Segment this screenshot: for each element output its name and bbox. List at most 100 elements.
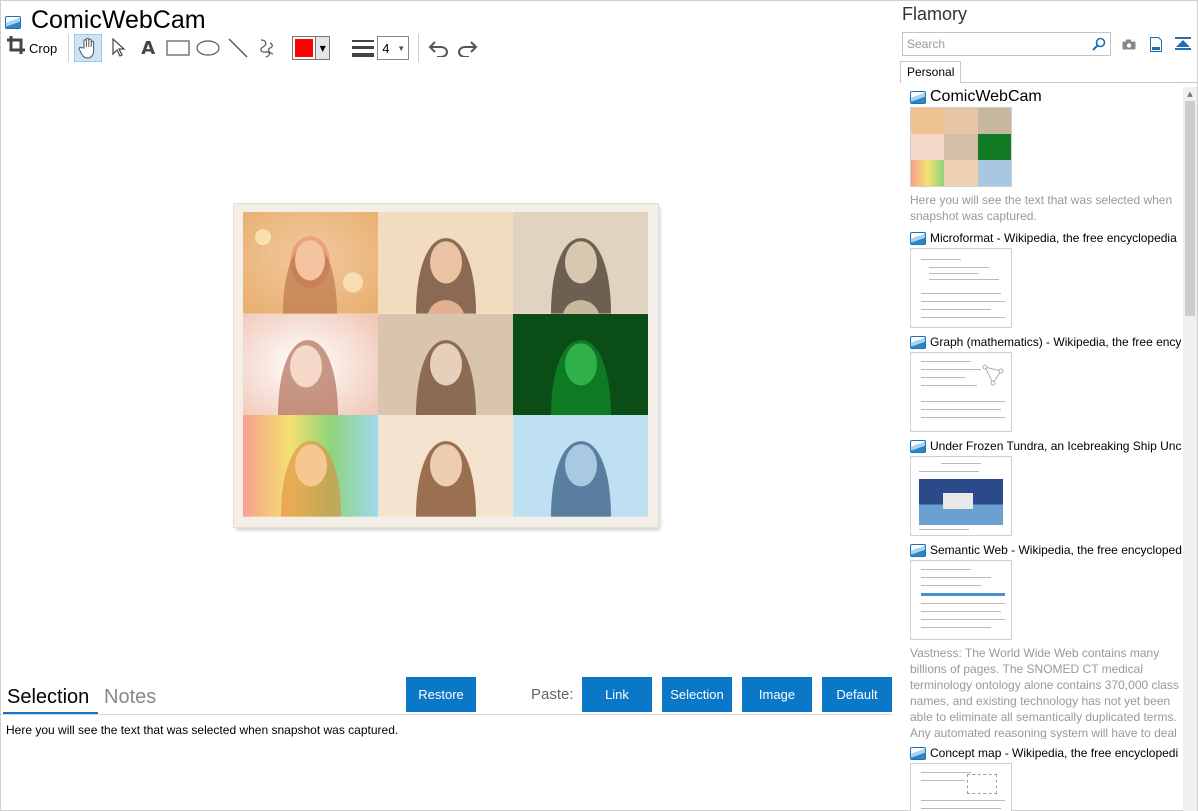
crop-button[interactable]: Crop: [5, 34, 61, 62]
hand-tool-button[interactable]: [74, 34, 103, 62]
drawing-toolbar: Crop A ▼ 4 ▼: [5, 34, 484, 62]
webpage-icon: [910, 746, 926, 760]
snapshot-title: Graph (mathematics) - Wikipedia, the fre…: [930, 335, 1182, 349]
snapshot-thumbnail[interactable]: [910, 456, 1012, 536]
collage-tile: [378, 212, 513, 314]
search-icon[interactable]: [1092, 37, 1106, 51]
app-window: ComicWebCam Crop A ▼ 4 ▼ Selection Notes…: [0, 0, 1198, 811]
paste-default-button[interactable]: Default: [822, 677, 892, 712]
rectangle-icon: [166, 40, 190, 56]
line-icon: [228, 38, 248, 58]
paste-selection-button[interactable]: Selection: [662, 677, 732, 712]
toolbar-separator: [68, 34, 70, 62]
snapshot-header: Microformat - Wikipedia, the free encycl…: [910, 230, 1182, 246]
scroll-thumb[interactable]: [1185, 101, 1195, 316]
snapshot-image[interactable]: [234, 204, 658, 527]
snapshot-item[interactable]: ComicWebCam Here you will see the text t…: [910, 89, 1182, 224]
snapshot-thumbnail[interactable]: [910, 107, 1012, 187]
snapshot-header: Graph (mathematics) - Wikipedia, the fre…: [910, 334, 1182, 350]
paste-image-button[interactable]: Image: [742, 677, 812, 712]
scroll-up-icon[interactable]: ▲: [1183, 87, 1197, 101]
ellipse-tool-button[interactable]: [194, 34, 222, 62]
snapshot-title: Semantic Web - Wikipedia, the free encyc…: [930, 543, 1182, 557]
collage-tile: [243, 313, 378, 416]
webpage-icon: [910, 90, 926, 104]
snapshot-item[interactable]: Concept map - Wikipedia, the free encycl…: [910, 745, 1182, 811]
document-header: ComicWebCam: [5, 5, 206, 35]
snapshot-title: ComicWebCam: [930, 89, 1042, 105]
photo-collage: [243, 212, 648, 517]
webpage-icon: [910, 543, 926, 557]
snapshot-title: Under Frozen Tundra, an Icebreaking Ship…: [930, 439, 1182, 453]
hand-icon: [78, 37, 95, 59]
text-tool-button[interactable]: A: [134, 34, 162, 62]
freehand-tool-button[interactable]: [254, 34, 282, 62]
collage-tile: [378, 313, 513, 416]
divider: [1, 714, 892, 715]
collage-tile: [513, 415, 648, 517]
snapshot-title: Concept map - Wikipedia, the free encycl…: [930, 746, 1179, 760]
snapshot-header: Under Frozen Tundra, an Icebreaking Ship…: [910, 438, 1182, 454]
line-width-value: 4: [382, 40, 390, 56]
text-icon: A: [141, 37, 156, 59]
paste-label: Paste:: [531, 686, 574, 703]
snapshot-description: Here you will see the text that was sele…: [910, 193, 1173, 223]
snapshot-thumbnail[interactable]: [910, 352, 1012, 432]
freehand-icon: [260, 39, 274, 58]
dropdown-arrow-icon: ▼: [315, 37, 330, 59]
webpage-icon: [5, 15, 21, 29]
line-width-icon: [352, 40, 375, 57]
snapshot-item[interactable]: Semantic Web - Wikipedia, the free encyc…: [910, 542, 1182, 739]
collage-tile: [513, 212, 648, 314]
collage-tile: [243, 212, 378, 314]
selection-text[interactable]: Here you will see the text that was sele…: [6, 723, 398, 737]
snapshot-header: ComicWebCam: [910, 89, 1182, 105]
chevron-down-icon: ▼: [397, 43, 406, 53]
tab-notes[interactable]: Notes: [104, 679, 156, 715]
select-tool-button[interactable]: [104, 34, 132, 62]
divider: [961, 82, 1198, 83]
line-tool-button[interactable]: [224, 34, 252, 62]
paste-link-button[interactable]: Link: [582, 677, 652, 712]
camera-button[interactable]: [1119, 34, 1139, 54]
search-input[interactable]: [907, 37, 1077, 51]
tab-personal[interactable]: Personal: [900, 61, 961, 83]
snapshot-thumbnail[interactable]: [910, 248, 1012, 328]
tab-selection[interactable]: Selection: [7, 679, 89, 715]
restore-button[interactable]: Restore: [406, 677, 476, 712]
redo-button[interactable]: [454, 34, 482, 62]
redo-icon: [458, 41, 478, 57]
collage-tile: [513, 313, 648, 416]
toolbar-separator: [418, 34, 420, 62]
undo-icon: [428, 41, 449, 57]
crop-label: Crop: [29, 40, 58, 56]
sidebar-title: Flamory: [902, 4, 968, 24]
pen-color-picker[interactable]: ▼: [292, 36, 331, 60]
crop-icon: [7, 36, 25, 60]
snapshot-title: Microformat - Wikipedia, the free encycl…: [930, 231, 1177, 245]
collage-tile: [243, 415, 378, 517]
snapshot-item[interactable]: Microformat - Wikipedia, the free encycl…: [910, 230, 1182, 328]
line-width-select[interactable]: 4 ▼: [377, 36, 410, 60]
search-box[interactable]: [902, 32, 1111, 56]
webpage-icon: [910, 231, 926, 245]
undo-button[interactable]: [424, 34, 452, 62]
snapshot-item[interactable]: Under Frozen Tundra, an Icebreaking Ship…: [910, 438, 1182, 536]
collapse-button[interactable]: [1173, 34, 1193, 54]
snapshot-item[interactable]: Graph (mathematics) - Wikipedia, the fre…: [910, 334, 1182, 432]
rectangle-tool-button[interactable]: [164, 34, 192, 62]
snapshot-header: Concept map - Wikipedia, the free encycl…: [910, 745, 1182, 761]
sidebar-scrollbar[interactable]: ▲: [1183, 87, 1197, 811]
camera-icon: [1122, 39, 1136, 49]
snapshot-thumbnail[interactable]: [910, 560, 1012, 640]
snapshot-header: Semantic Web - Wikipedia, the free encyc…: [910, 542, 1182, 558]
snapshot-list: ComicWebCam Here you will see the text t…: [910, 89, 1182, 811]
collapse-up-icon: [1175, 37, 1191, 50]
webpage-icon: [910, 439, 926, 453]
snapshot-thumbnail[interactable]: [910, 763, 1012, 811]
webpage-icon: [910, 335, 926, 349]
ellipse-icon: [196, 40, 220, 56]
document-button[interactable]: [1146, 34, 1166, 54]
color-swatch: [293, 37, 316, 59]
pointer-icon: [112, 38, 126, 57]
